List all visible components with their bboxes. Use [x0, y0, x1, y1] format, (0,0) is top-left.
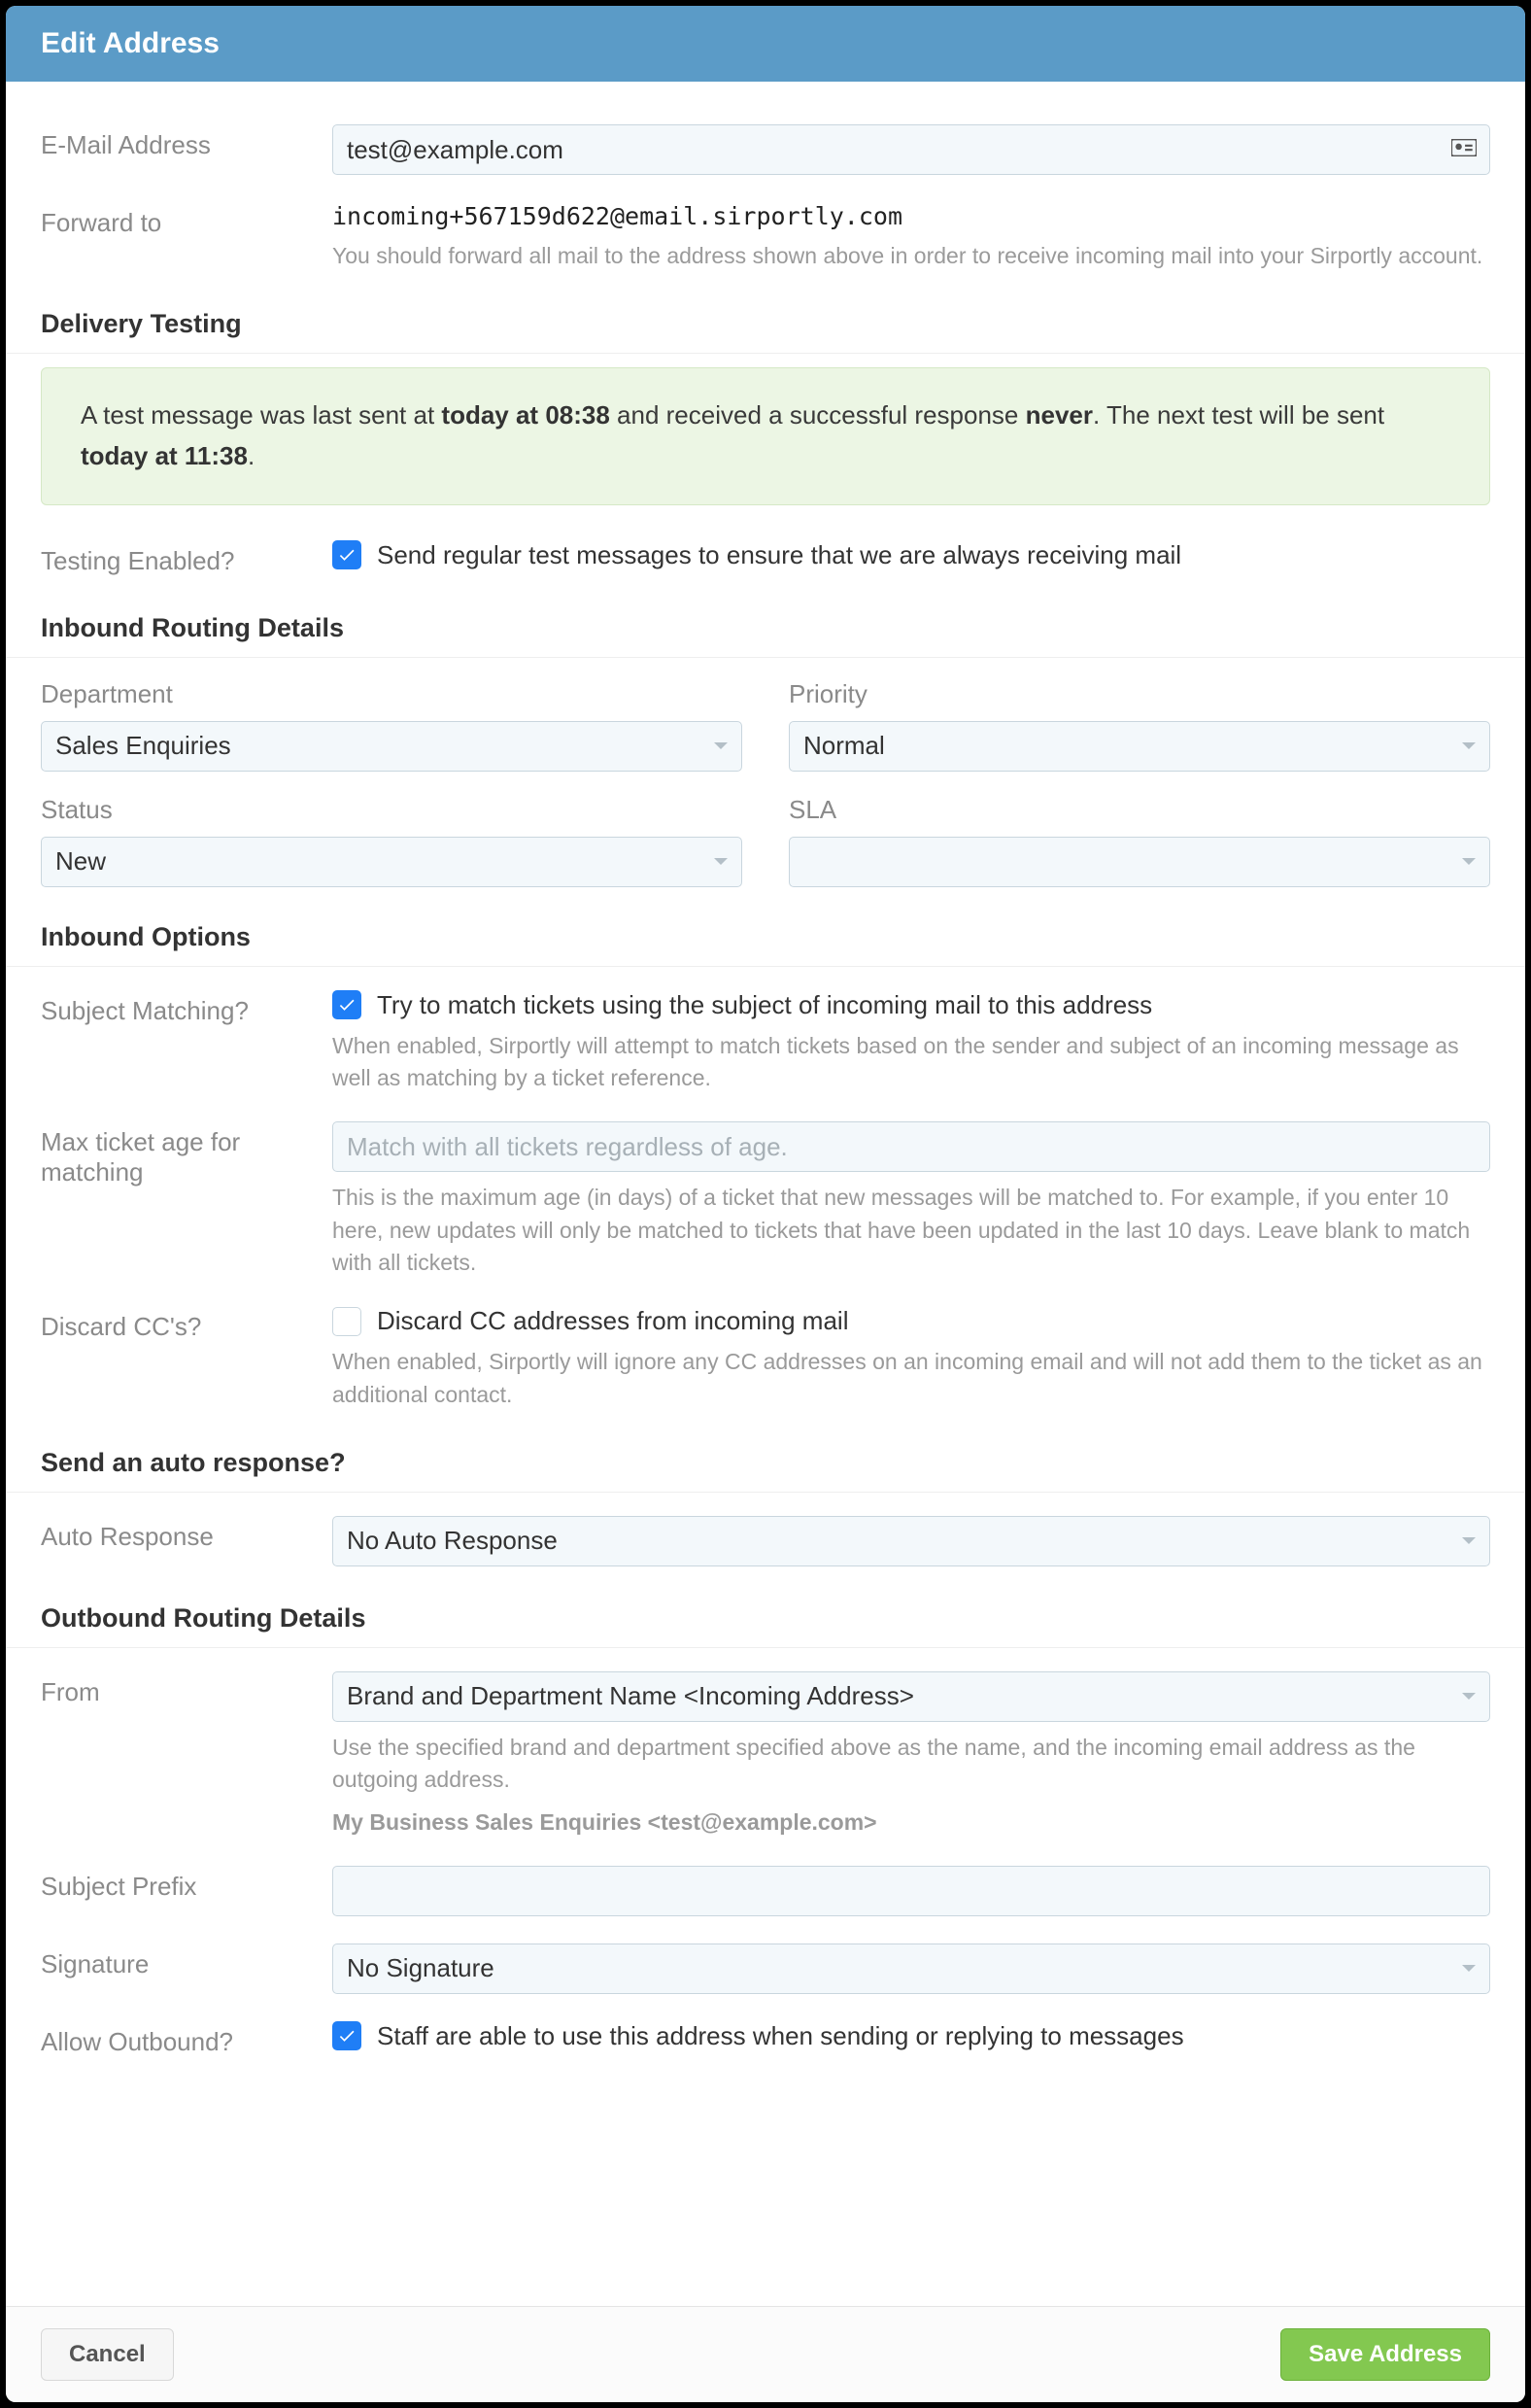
auto-response-select[interactable]: No Auto Response: [332, 1516, 1490, 1566]
delivery-response: never: [1026, 400, 1093, 430]
department-select[interactable]: Sales Enquiries: [41, 721, 742, 772]
save-address-button[interactable]: Save Address: [1280, 2328, 1490, 2381]
delivery-next: today at 11:38: [81, 441, 248, 470]
discard-cc-label: Discard CC's?: [41, 1306, 332, 1342]
discard-cc-checkbox-label: Discard CC addresses from incoming mail: [377, 1306, 848, 1336]
discard-cc-help: When enabled, Sirportly will ignore any …: [332, 1346, 1490, 1411]
section-inbound-options: Inbound Options: [6, 899, 1525, 967]
max-age-help: This is the maximum age (in days) of a t…: [332, 1182, 1490, 1279]
department-label: Department: [41, 679, 742, 709]
allow-outbound-checkbox[interactable]: [332, 2021, 361, 2050]
address-card-icon: [1451, 136, 1477, 163]
from-label: From: [41, 1671, 332, 1707]
subject-prefix-label: Subject Prefix: [41, 1866, 332, 1902]
section-delivery-testing: Delivery Testing: [6, 286, 1525, 354]
chevron-down-icon: [714, 858, 728, 865]
modal-body: E-Mail Address: [6, 82, 1525, 2306]
modal-header: Edit Address: [6, 6, 1525, 82]
chevron-down-icon: [714, 742, 728, 749]
max-age-input[interactable]: [332, 1121, 1490, 1172]
status-label: Status: [41, 795, 742, 825]
chevron-down-icon: [1462, 1537, 1476, 1544]
delivery-info-box: A test message was last sent at today at…: [41, 367, 1490, 504]
email-input[interactable]: [332, 124, 1490, 175]
priority-label: Priority: [789, 679, 1490, 709]
sla-label: SLA: [789, 795, 1490, 825]
testing-enabled-checkbox-label: Send regular test messages to ensure tha…: [377, 540, 1181, 570]
status-select[interactable]: New: [41, 837, 742, 887]
subject-matching-label: Subject Matching?: [41, 990, 332, 1026]
auto-response-label: Auto Response: [41, 1516, 332, 1552]
forward-address: incoming+567159d622@email.sirportly.com: [332, 202, 1490, 230]
testing-enabled-checkbox[interactable]: [332, 540, 361, 569]
allow-outbound-label: Allow Outbound?: [41, 2021, 332, 2057]
forward-label: Forward to: [41, 202, 332, 238]
edit-address-modal: Edit Address E-Mail Address: [6, 6, 1525, 2402]
subject-matching-checkbox[interactable]: [332, 990, 361, 1019]
chevron-down-icon: [1462, 1965, 1476, 1972]
chevron-down-icon: [1462, 742, 1476, 749]
testing-enabled-label: Testing Enabled?: [41, 540, 332, 576]
priority-select[interactable]: Normal: [789, 721, 1490, 772]
cancel-button[interactable]: Cancel: [41, 2328, 174, 2381]
forward-help: You should forward all mail to the addre…: [332, 240, 1490, 272]
subject-prefix-input[interactable]: [332, 1866, 1490, 1916]
subject-matching-checkbox-label: Try to match tickets using the subject o…: [377, 990, 1152, 1020]
chevron-down-icon: [1462, 1693, 1476, 1700]
max-age-label: Max ticket age for matching: [41, 1121, 332, 1187]
delivery-last-sent: today at 08:38: [441, 400, 609, 430]
subject-matching-help: When enabled, Sirportly will attempt to …: [332, 1030, 1490, 1095]
signature-label: Signature: [41, 1944, 332, 1979]
from-example: My Business Sales Enquiries <test@exampl…: [332, 1809, 877, 1835]
email-label: E-Mail Address: [41, 124, 332, 160]
from-help: Use the specified brand and department s…: [332, 1732, 1490, 1797]
section-auto-response: Send an auto response?: [6, 1425, 1525, 1493]
allow-outbound-checkbox-label: Staff are able to use this address when …: [377, 2021, 1184, 2051]
section-outbound-routing: Outbound Routing Details: [6, 1580, 1525, 1648]
chevron-down-icon: [1462, 858, 1476, 865]
section-inbound-routing: Inbound Routing Details: [6, 590, 1525, 658]
from-select[interactable]: Brand and Department Name <Incoming Addr…: [332, 1671, 1490, 1722]
discard-cc-checkbox[interactable]: [332, 1307, 361, 1336]
modal-footer: Cancel Save Address: [6, 2306, 1525, 2402]
signature-select[interactable]: No Signature: [332, 1944, 1490, 1994]
modal-title: Edit Address: [41, 27, 220, 59]
sla-select[interactable]: [789, 837, 1490, 887]
